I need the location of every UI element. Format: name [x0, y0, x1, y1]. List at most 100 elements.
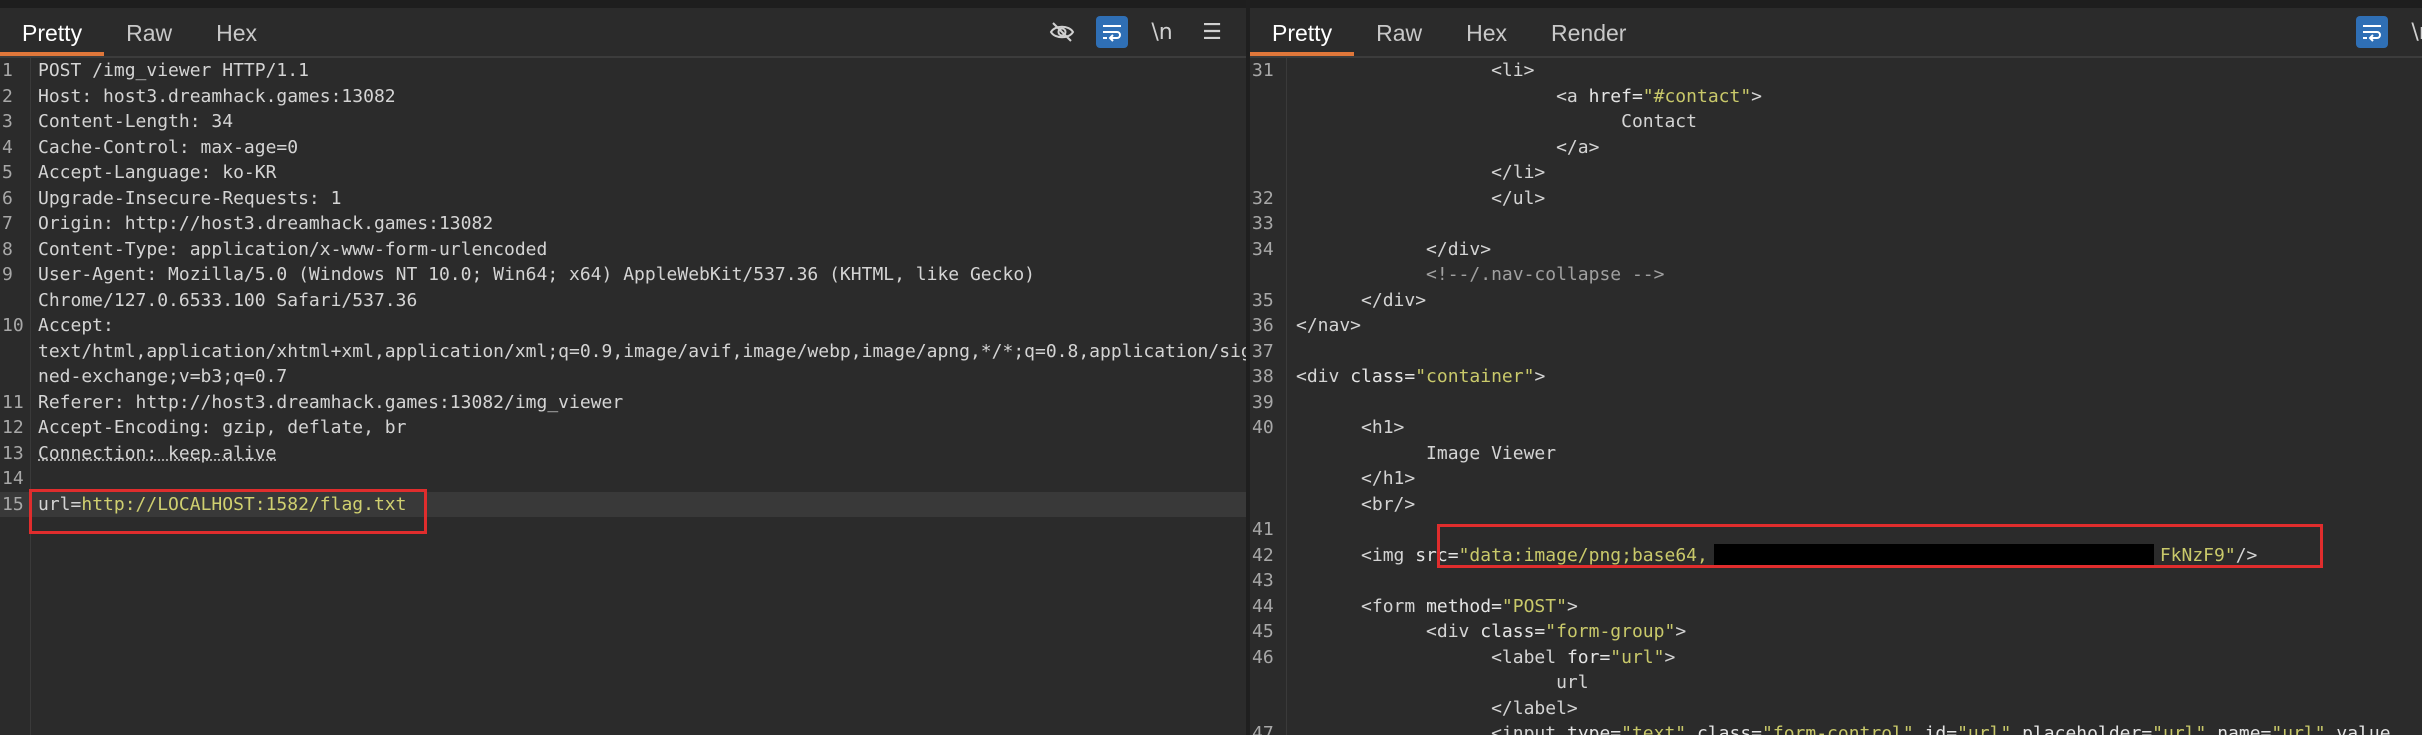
line-number: 9: [2, 264, 13, 285]
token-str: "data:image/png;base64,: [1458, 544, 1708, 566]
token-attr: id=: [1913, 723, 1958, 735]
token-tag: <li>: [1491, 60, 1535, 81]
line-number: 37: [1252, 340, 1274, 362]
newline-label: \n: [2411, 19, 2422, 45]
tab-pretty[interactable]: Pretty: [1250, 8, 1355, 56]
tab-raw[interactable]: Raw: [104, 8, 194, 56]
line-text: Chrome/127.0.6533.100 Safari/537.36: [38, 289, 418, 311]
code-line: 42 <img src="data:image/png;base64, FkNzF…: [1250, 543, 2422, 569]
response-lines: 31 <li> <a href="#contact"> Contact </a>…: [1250, 58, 2422, 735]
request-tabbar: Pretty Raw Hex \n ☰: [0, 8, 1246, 58]
line-text: </div>: [1296, 288, 1426, 314]
token-tag: <form: [1361, 595, 1427, 617]
line-number: 36: [1252, 315, 1274, 336]
tab-hex[interactable]: Hex: [194, 8, 279, 56]
token-tag: </nav>: [1296, 315, 1362, 336]
line-text: Content-Type: application/x-www-form-url…: [38, 238, 548, 260]
newline-icon[interactable]: \n: [2406, 16, 2422, 48]
token-attr: class=: [1480, 621, 1546, 642]
tab-render[interactable]: Render: [1529, 8, 1648, 56]
token-tag: </a>: [1556, 136, 1600, 158]
code-line: <br/>: [1250, 492, 2422, 518]
line-text: <!--/.nav-collapse -->: [1296, 262, 1664, 288]
line-text: Image Viewer: [1296, 441, 1556, 467]
code-line: ned-exchange;v=b3;q=0.7: [0, 364, 1246, 390]
line-number: 10: [2, 315, 24, 336]
menu-icon[interactable]: ☰: [1196, 16, 1228, 48]
line-text: </h1>: [1296, 466, 1415, 492]
code-line: </li>: [1250, 160, 2422, 186]
line-text: <label for="url">: [1296, 645, 1675, 671]
line-text: ned-exchange;v=b3;q=0.7: [38, 366, 288, 387]
line-text: </a>: [1296, 135, 1599, 161]
code-line: 3 Content-Length: 34: [0, 109, 1246, 135]
wrap-icon[interactable]: [2356, 16, 2388, 48]
response-viewer[interactable]: 31 <li> <a href="#contact"> Contact </a>…: [1250, 58, 2422, 735]
token-attr: name=: [2206, 723, 2272, 735]
line-number: 41: [1252, 519, 1274, 540]
token-str: "url": [1610, 646, 1665, 668]
line-text: Connection: keep-alive: [38, 442, 277, 464]
line-text: </li>: [1296, 160, 1545, 186]
line-number: 33: [1252, 213, 1274, 234]
token-tag: </label>: [1491, 697, 1578, 719]
response-tabbar: PrettyRawHexRender \n: [1250, 8, 2422, 58]
line-text: <li>: [1296, 58, 1534, 84]
request-editor[interactable]: 1 POST /img_viewer HTTP/1.1 2 Host: host3.d…: [0, 58, 1246, 735]
line-text: url: [1296, 670, 1589, 696]
token-tag: >: [1751, 85, 1763, 107]
line-number: 43: [1252, 570, 1274, 591]
line-number: 46: [1252, 646, 1274, 668]
line-text: Referer: http://host3.dreamhack.games:13…: [38, 391, 624, 413]
code-line: 9 User-Agent: Mozilla/5.0 (Windows NT 10.…: [0, 262, 1246, 288]
code-line: 39: [1250, 390, 2422, 416]
code-line: 8 Content-Type: application/x-www-form-ur…: [0, 237, 1246, 263]
line-number: 35: [1252, 289, 1274, 311]
token-attr: placeholder=: [2011, 723, 2153, 735]
tab-pretty[interactable]: Pretty: [0, 8, 105, 56]
tab-raw[interactable]: Raw: [1354, 8, 1444, 56]
code-line: 31 <li>: [1250, 58, 2422, 84]
newline-icon[interactable]: \n: [1146, 16, 1178, 48]
token-attr: class=: [1686, 723, 1763, 735]
request-pane: Pretty Raw Hex \n ☰ 1 POST /img_viewer HTTP…: [0, 8, 1246, 735]
line-text: Accept-Encoding: gzip, deflate, br: [38, 417, 407, 438]
wrap-icon[interactable]: [1096, 16, 1128, 48]
line-text: Host: host3.dreamhack.games:13082: [38, 85, 396, 107]
line-text: url=http://LOCALHOST:1582/flag.txt: [38, 492, 406, 518]
code-line: 37: [1250, 339, 2422, 365]
code-line: 10 Accept:: [0, 313, 1246, 339]
code-line: 14: [0, 466, 1246, 492]
token-tag: </h1>: [1361, 468, 1416, 489]
line-text: Cache-Control: max-age=0: [38, 136, 299, 158]
token-tag: >: [1566, 595, 1578, 617]
code-line: 11 Referer: http://host3.dreamhack.games:…: [0, 390, 1246, 416]
code-line: Image Viewer: [1250, 441, 2422, 467]
response-toolbar: \n: [2356, 16, 2422, 48]
token-attr: type=: [1566, 723, 1622, 735]
token-str: "url": [2152, 723, 2207, 735]
line-text: <input type="text" class="form-control" …: [1296, 721, 2391, 735]
line-text: Content-Length: 34: [38, 111, 234, 132]
token-str: FkNzF9": [2159, 544, 2236, 566]
code-line: 40 <h1>: [1250, 415, 2422, 441]
code-line: 38 <div class="container">: [1250, 364, 2422, 390]
line-number: 40: [1252, 417, 1274, 438]
line-number: 13: [2, 442, 24, 464]
tab-hex[interactable]: Hex: [1444, 8, 1529, 56]
code-line: 4 Cache-Control: max-age=0: [0, 135, 1246, 161]
token-attr: method=: [1426, 595, 1502, 617]
line-number: 44: [1252, 595, 1274, 617]
line-text: text/html,application/xhtml+xml,applicat…: [38, 340, 1246, 362]
code-line: 34 </div>: [1250, 237, 2422, 263]
eye-off-icon[interactable]: [1046, 16, 1078, 48]
line-text: Accept-Language: ko-KR: [38, 162, 277, 183]
line-text: <div class="form-group">: [1296, 619, 1686, 645]
line-text: Contact: [1296, 109, 1697, 135]
line-text: <img src="data:image/png;base64, FkNzF9"/…: [1296, 543, 2257, 569]
token-str: "url": [1957, 723, 2012, 735]
token-attr: class=: [1350, 366, 1416, 387]
line-text: <h1>: [1296, 415, 1404, 441]
response-tabs: Pretty Raw Hex Render: [1250, 8, 2422, 56]
code-line: <!--/.nav-collapse -->: [1250, 262, 2422, 288]
